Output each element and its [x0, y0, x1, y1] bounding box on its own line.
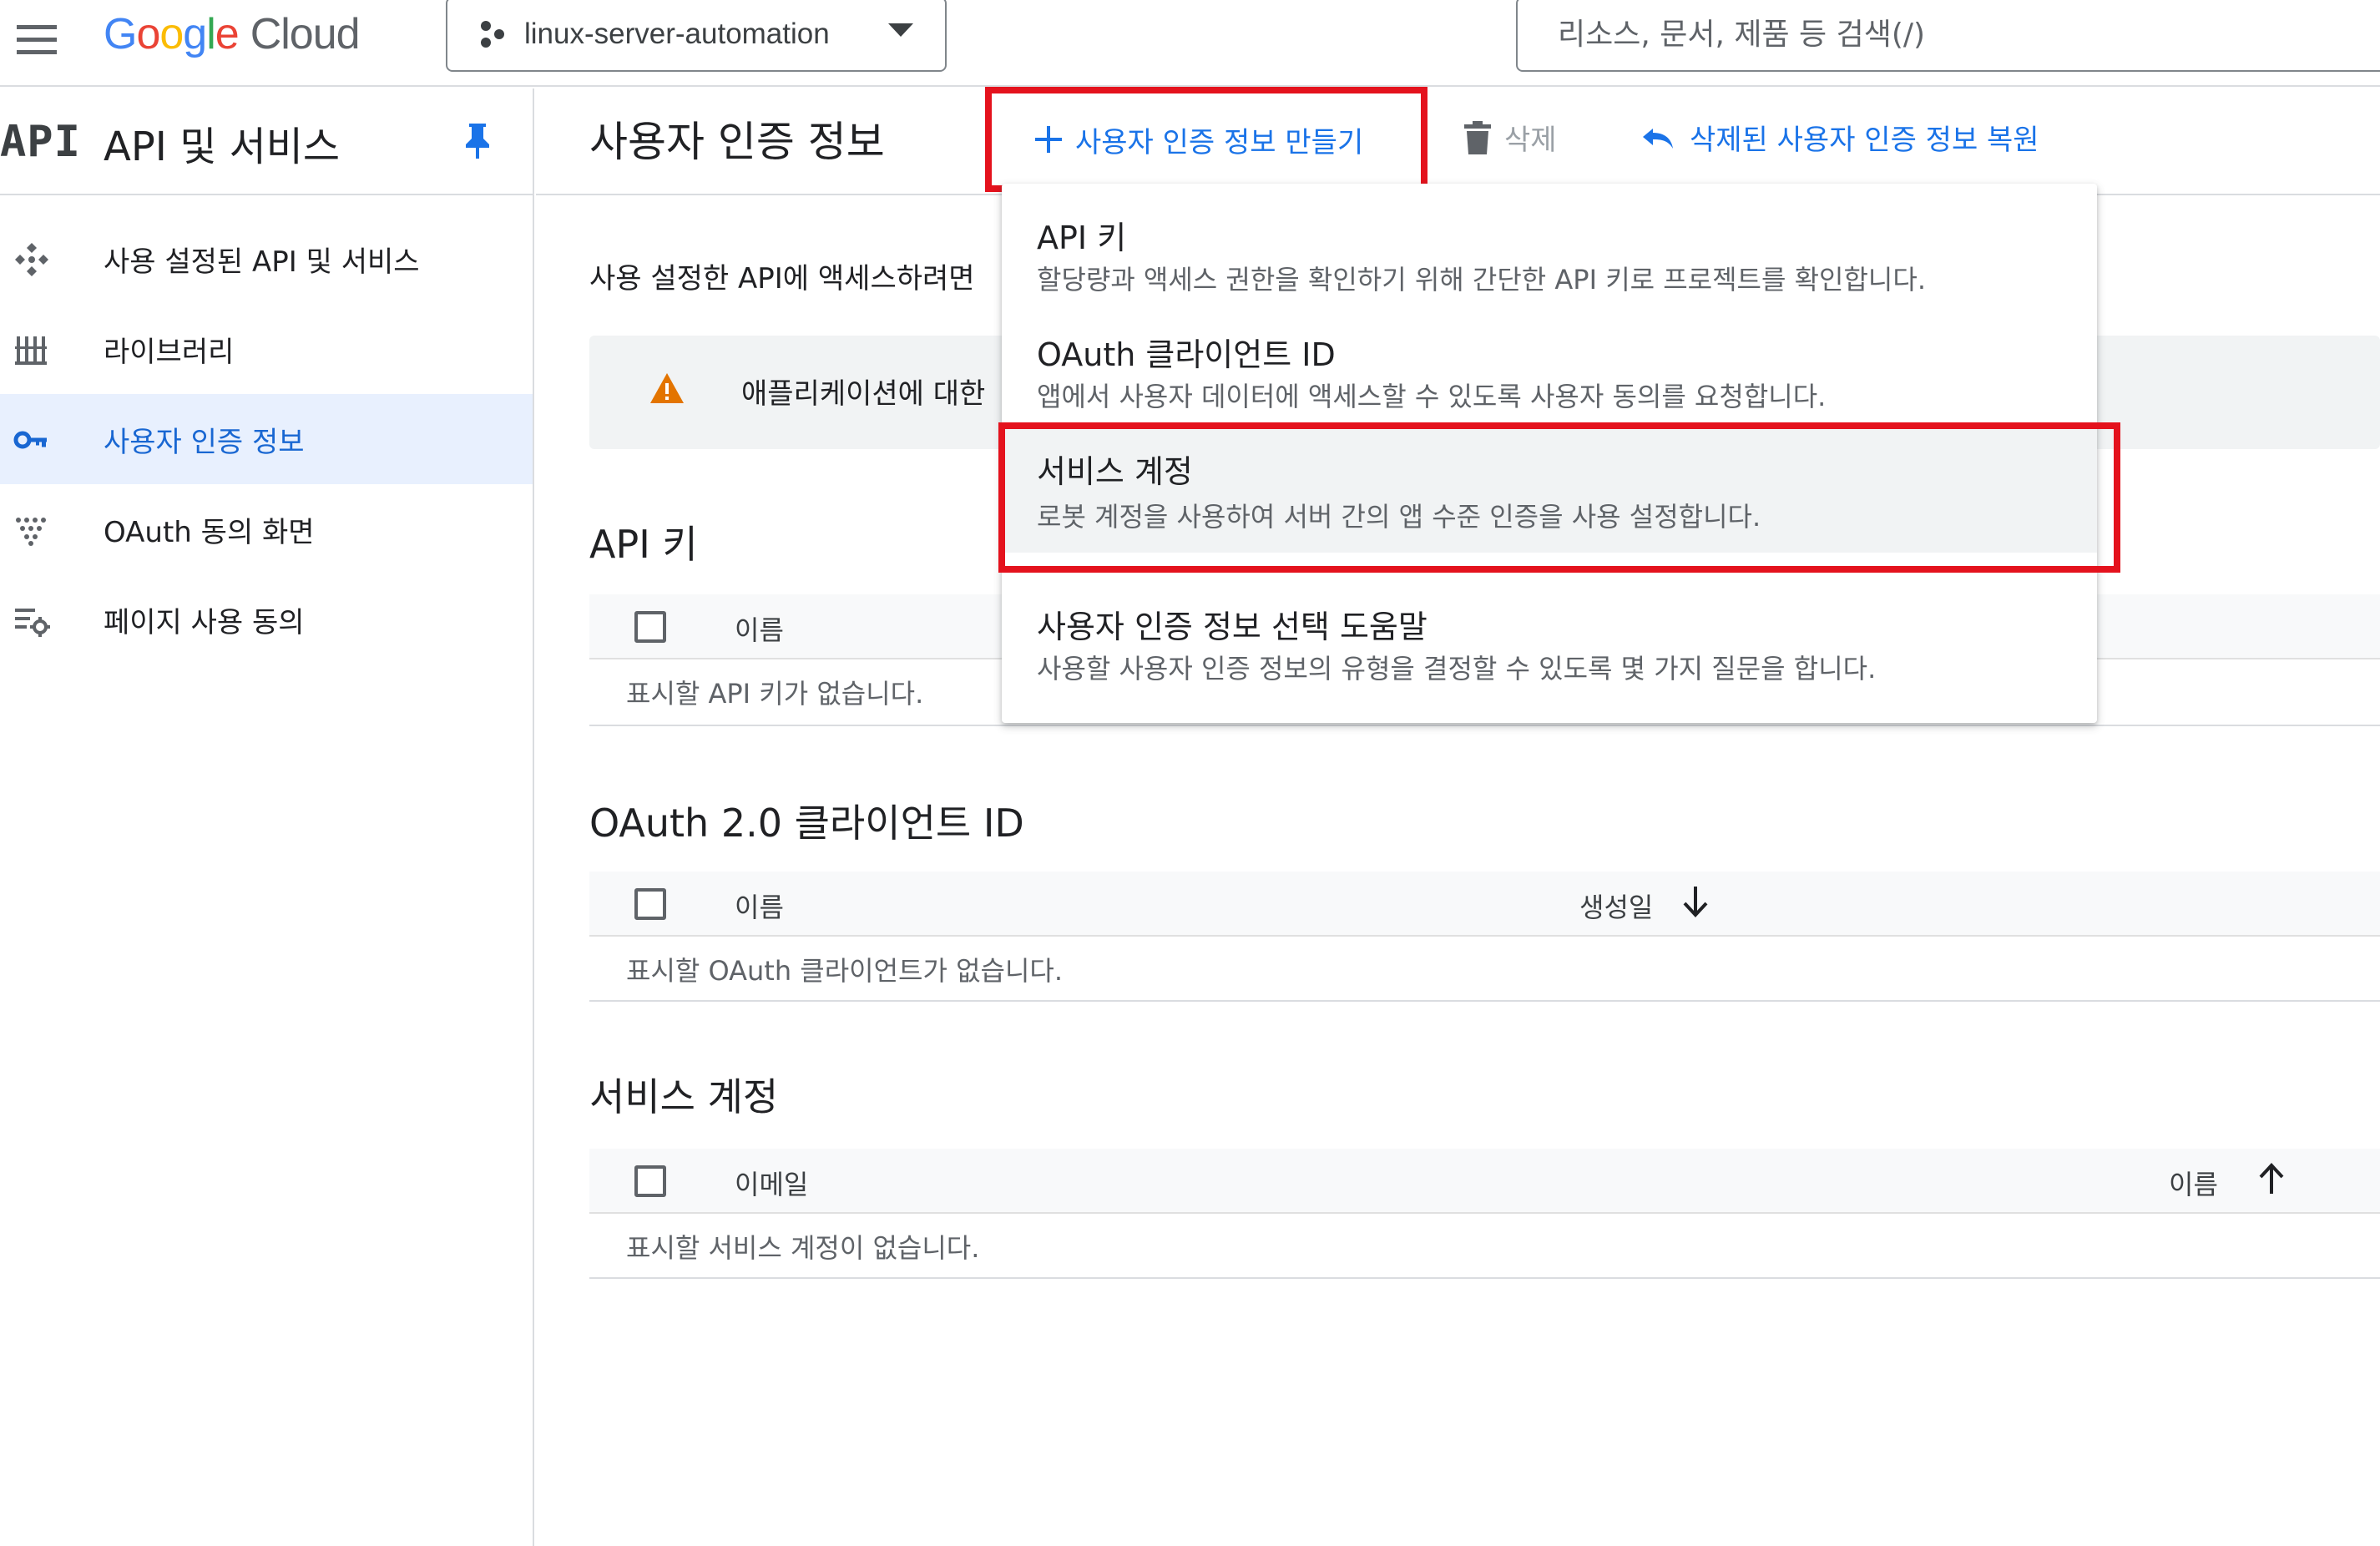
delete-label: 삭제 [1504, 124, 1557, 157]
column-header-created[interactable]: 생성일 [1579, 887, 1653, 925]
create-credentials-label: 사용자 인증 정보 만들기 [1075, 125, 1364, 159]
sidebar-item-enabled-apis[interactable]: 사용 설정된 API 및 서비스 [0, 214, 533, 304]
page-title: 사용자 인증 정보 [589, 118, 885, 166]
sidebar-title: API 및 서비스 [104, 124, 341, 170]
sidebar-item-credentials[interactable]: 사용자 인증 정보 [0, 394, 533, 484]
api-logo-icon: API [0, 117, 81, 167]
project-name: linux-server-automation [524, 18, 830, 50]
sidebar-item-label: 라이브러리 [104, 335, 235, 369]
api-keys-section-title: API 키 [589, 522, 698, 567]
select-all-checkbox[interactable] [634, 611, 666, 643]
google-cloud-logo[interactable]: Go o g l e Cloud [104, 5, 361, 63]
logo-cloud-text: Cloud [250, 10, 361, 58]
trash-icon [1464, 120, 1491, 154]
menu-item-title: OAuth 클라이언트 ID [1037, 336, 1336, 373]
logo-letter: l [206, 10, 216, 58]
plus-icon [1033, 124, 1064, 154]
oauth-consent-icon [13, 512, 50, 548]
create-credentials-button[interactable]: 사용자 인증 정보 만들기 [985, 87, 1427, 192]
select-all-checkbox[interactable] [634, 888, 666, 920]
logo-letter: o [159, 10, 184, 58]
table-divider [589, 725, 2380, 726]
column-header-name[interactable]: 이름 [735, 887, 784, 925]
oauth-table-header: 이름 생성일 [589, 872, 2380, 937]
restore-label: 삭제된 사용자 인증 정보 복원 [1690, 124, 2039, 157]
oauth-section-title: OAuth 2.0 클라이언트 ID [589, 801, 1024, 846]
enabled-apis-icon [13, 241, 50, 278]
page-agreement-icon [13, 602, 50, 639]
logo-letter: G [104, 10, 137, 58]
logo-letter: g [183, 10, 207, 58]
menu-item-description: 사용할 사용자 인증 정보의 유형을 결정할 수 있도록 몇 가지 질문을 합니… [1037, 653, 1877, 685]
pin-icon[interactable] [461, 122, 494, 160]
logo-letter: o [136, 10, 160, 58]
arrow-up-icon[interactable] [2257, 1162, 2286, 1195]
service-accounts-empty-message: 표시할 서비스 계정이 없습니다. [626, 1232, 980, 1264]
menu-item-description: 로봇 계정을 사용하여 서버 간의 앱 수준 인증을 사용 설정합니다. [1037, 501, 1761, 533]
menu-item-title: 사용자 인증 정보 선택 도움말 [1037, 609, 1427, 645]
column-header-name[interactable]: 이름 [735, 609, 784, 648]
chevron-down-icon [888, 23, 913, 38]
menu-item-service-account[interactable]: 서비스 계정 로봇 계정을 사용하여 서버 간의 앱 수준 인증을 사용 설정합… [1002, 429, 2097, 553]
project-selector[interactable]: linux-server-automation [446, 0, 947, 72]
create-credentials-menu: API 키 할당량과 액세스 권한을 확인하기 위해 간단한 API 키로 프로… [1002, 184, 2097, 723]
library-icon [13, 331, 50, 368]
oauth-empty-message: 표시할 OAuth 클라이언트가 없습니다. [626, 955, 1064, 987]
restore-deleted-credentials-button[interactable]: 삭제된 사용자 인증 정보 복원 [1641, 117, 2039, 158]
warning-banner-text: 애플리케이션에 대한 [741, 377, 986, 411]
sidebar-item-label: 사용 설정된 API 및 서비스 [104, 245, 420, 279]
sidebar-item-oauth-consent[interactable]: OAuth 동의 화면 [0, 484, 533, 574]
search-input[interactable] [1558, 17, 2309, 52]
sidebar-item-label: OAuth 동의 화면 [104, 515, 315, 549]
menu-item-api-key[interactable]: API 키 할당량과 액세스 권한을 확인하기 위해 간단한 API 키로 프로… [1002, 184, 2097, 301]
sidebar-item-label: 페이지 사용 동의 [104, 605, 305, 639]
column-header-name[interactable]: 이름 [2169, 1164, 2218, 1202]
sidebar-item-page-agreement[interactable]: 페이지 사용 동의 [0, 574, 533, 664]
service-accounts-table-header: 이메일 이름 [589, 1149, 2380, 1214]
sidebar-item-label: 사용자 인증 정보 [104, 425, 305, 459]
select-all-checkbox[interactable] [634, 1165, 666, 1197]
table-divider [589, 1000, 2380, 1002]
top-bar: Go o g l e Cloud linux-server-automation [0, 0, 2380, 87]
table-divider [589, 1277, 2380, 1279]
hamburger-menu-icon[interactable] [12, 15, 62, 65]
sidebar-item-library[interactable]: 라이브러리 [0, 304, 533, 394]
delete-button[interactable]: 삭제 [1464, 117, 1557, 158]
menu-item-credential-help[interactable]: 사용자 인증 정보 선택 도움말 사용할 사용자 인증 정보의 유형을 결정할 … [1002, 576, 2097, 701]
credentials-description: 사용 설정한 API에 액세스하려면 [589, 262, 975, 296]
project-hierarchy-icon [478, 19, 508, 49]
menu-item-oauth-client-id[interactable]: OAuth 클라이언트 ID 앱에서 사용자 데이터에 액세스할 수 있도록 사… [1002, 301, 2097, 417]
warning-icon [649, 372, 685, 404]
service-accounts-section-title: 서비스 계정 [589, 1074, 779, 1119]
api-keys-empty-message: 표시할 API 키가 없습니다. [626, 678, 924, 710]
logo-letter: e [215, 10, 240, 58]
sidebar-header: API API 및 서비스 [0, 88, 534, 195]
column-header-email[interactable]: 이메일 [735, 1164, 808, 1202]
menu-item-title: API 키 [1037, 220, 1127, 256]
key-icon [13, 422, 50, 458]
search-box[interactable] [1516, 0, 2380, 72]
sidebar: API API 및 서비스 사용 설정된 API 및 서비스 라이브러리 사용자… [0, 88, 534, 1546]
menu-item-title: 서비스 계정 [1037, 453, 1193, 490]
undo-icon [1641, 124, 1676, 152]
arrow-down-icon[interactable] [1681, 885, 1710, 918]
menu-item-description: 앱에서 사용자 데이터에 액세스할 수 있도록 사용자 동의를 요청합니다. [1037, 381, 1827, 412]
menu-item-description: 할당량과 액세스 권한을 확인하기 위해 간단한 API 키로 프로젝트를 확인… [1037, 264, 1926, 296]
